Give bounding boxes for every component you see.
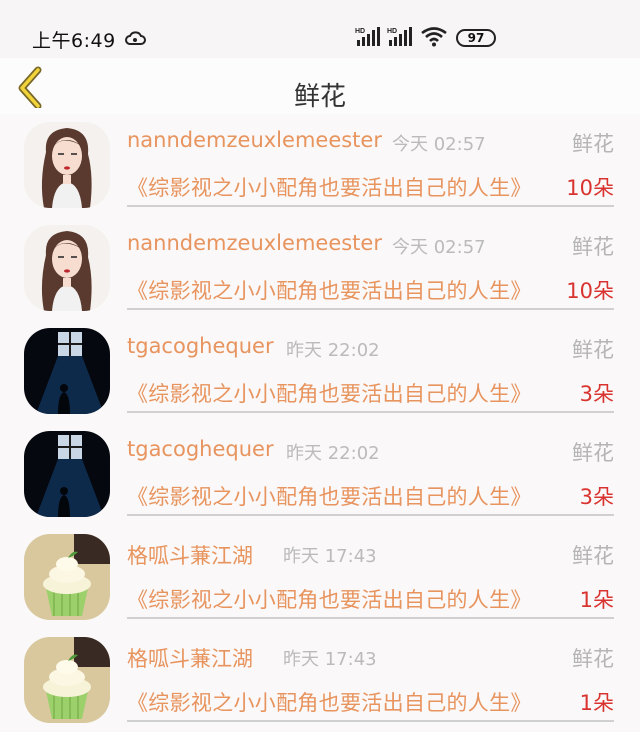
nav-bar: 鲜花 <box>0 58 640 114</box>
window-silhouette-avatar-image <box>24 431 110 517</box>
list-item[interactable]: tgacoghequer 昨天 22:02 鲜花 《综影视之小小配角也要活出自己… <box>0 423 640 526</box>
divider <box>127 514 614 516</box>
username[interactable]: tgacoghequer <box>127 334 274 358</box>
divider <box>127 720 614 722</box>
flower-count: 1朵 <box>579 691 614 715</box>
avatar <box>24 431 110 517</box>
timestamp: 今天 02:57 <box>392 134 486 155</box>
signal-icon: HD <box>355 27 380 46</box>
girl-avatar-image <box>24 225 110 311</box>
flower-count: 10朵 <box>566 279 614 303</box>
battery-indicator: 97 <box>456 29 496 47</box>
list-item[interactable]: nanndemzeuxlemeester 今天 02:57 鲜花 《综影视之小小… <box>0 217 640 320</box>
status-time: 上午6:49 <box>32 30 116 52</box>
timestamp: 昨天 22:02 <box>286 340 380 361</box>
timestamp: 今天 02:57 <box>392 237 486 258</box>
gift-type-label: 鲜花 <box>572 235 614 259</box>
flower-count: 3朵 <box>579 485 614 509</box>
divider <box>127 411 614 413</box>
list-item[interactable]: nanndemzeuxlemeester 今天 02:57 鲜花 《综影视之小小… <box>0 114 640 217</box>
divider <box>127 205 614 207</box>
divider <box>127 617 614 619</box>
book-title[interactable]: 《综影视之小小配角也要活出自己的人生》 <box>127 172 532 202</box>
cupcake-avatar-image <box>24 534 110 620</box>
username[interactable]: tgacoghequer <box>127 437 274 461</box>
gift-type-label: 鲜花 <box>572 441 614 465</box>
gift-type-label: 鲜花 <box>572 132 614 156</box>
avatar <box>24 225 110 311</box>
signal-icon-2: HD <box>387 27 412 46</box>
status-bar: 上午6:49 HD HD 97 <box>0 0 640 58</box>
avatar <box>24 122 110 208</box>
flower-count: 3朵 <box>579 382 614 406</box>
username[interactable]: 格呱斗蒹江湖 <box>127 540 253 570</box>
book-title[interactable]: 《综影视之小小配角也要活出自己的人生》 <box>127 275 532 305</box>
list-item[interactable]: tgacoghequer 昨天 22:02 鲜花 《综影视之小小配角也要活出自己… <box>0 320 640 423</box>
timestamp: 昨天 17:43 <box>283 546 377 567</box>
list-item[interactable]: 格呱斗蒹江湖 昨天 17:43 鲜花 《综影视之小小配角也要活出自己的人生》 1… <box>0 526 640 629</box>
avatar <box>24 637 110 723</box>
avatar <box>24 534 110 620</box>
page-title: 鲜花 <box>293 82 346 112</box>
girl-avatar-image <box>24 122 110 208</box>
book-title[interactable]: 《综影视之小小配角也要活出自己的人生》 <box>127 687 532 717</box>
cloud-icon <box>125 31 146 45</box>
window-silhouette-avatar-image <box>24 328 110 414</box>
flower-count: 1朵 <box>579 588 614 612</box>
wifi-icon <box>421 27 447 47</box>
book-title[interactable]: 《综影视之小小配角也要活出自己的人生》 <box>127 584 532 614</box>
book-title[interactable]: 《综影视之小小配角也要活出自己的人生》 <box>127 378 532 408</box>
divider <box>127 308 614 310</box>
cupcake-avatar-image <box>24 637 110 723</box>
flower-record-list: nanndemzeuxlemeester 今天 02:57 鲜花 《综影视之小小… <box>0 114 640 732</box>
gift-type-label: 鲜花 <box>572 647 614 671</box>
list-item[interactable]: 格呱斗蒹江湖 昨天 17:43 鲜花 《综影视之小小配角也要活出自己的人生》 1… <box>0 629 640 732</box>
timestamp: 昨天 17:43 <box>283 649 377 670</box>
timestamp: 昨天 22:02 <box>286 443 380 464</box>
gift-type-label: 鲜花 <box>572 544 614 568</box>
gift-type-label: 鲜花 <box>572 338 614 362</box>
flower-count: 10朵 <box>566 176 614 200</box>
signal-hd-label: HD <box>355 28 365 35</box>
username[interactable]: 格呱斗蒹江湖 <box>127 643 253 673</box>
signal-hd-label-2: HD <box>387 28 397 35</box>
avatar <box>24 328 110 414</box>
book-title[interactable]: 《综影视之小小配角也要活出自己的人生》 <box>127 481 532 511</box>
username[interactable]: nanndemzeuxlemeester <box>127 128 382 152</box>
username[interactable]: nanndemzeuxlemeester <box>127 231 382 255</box>
